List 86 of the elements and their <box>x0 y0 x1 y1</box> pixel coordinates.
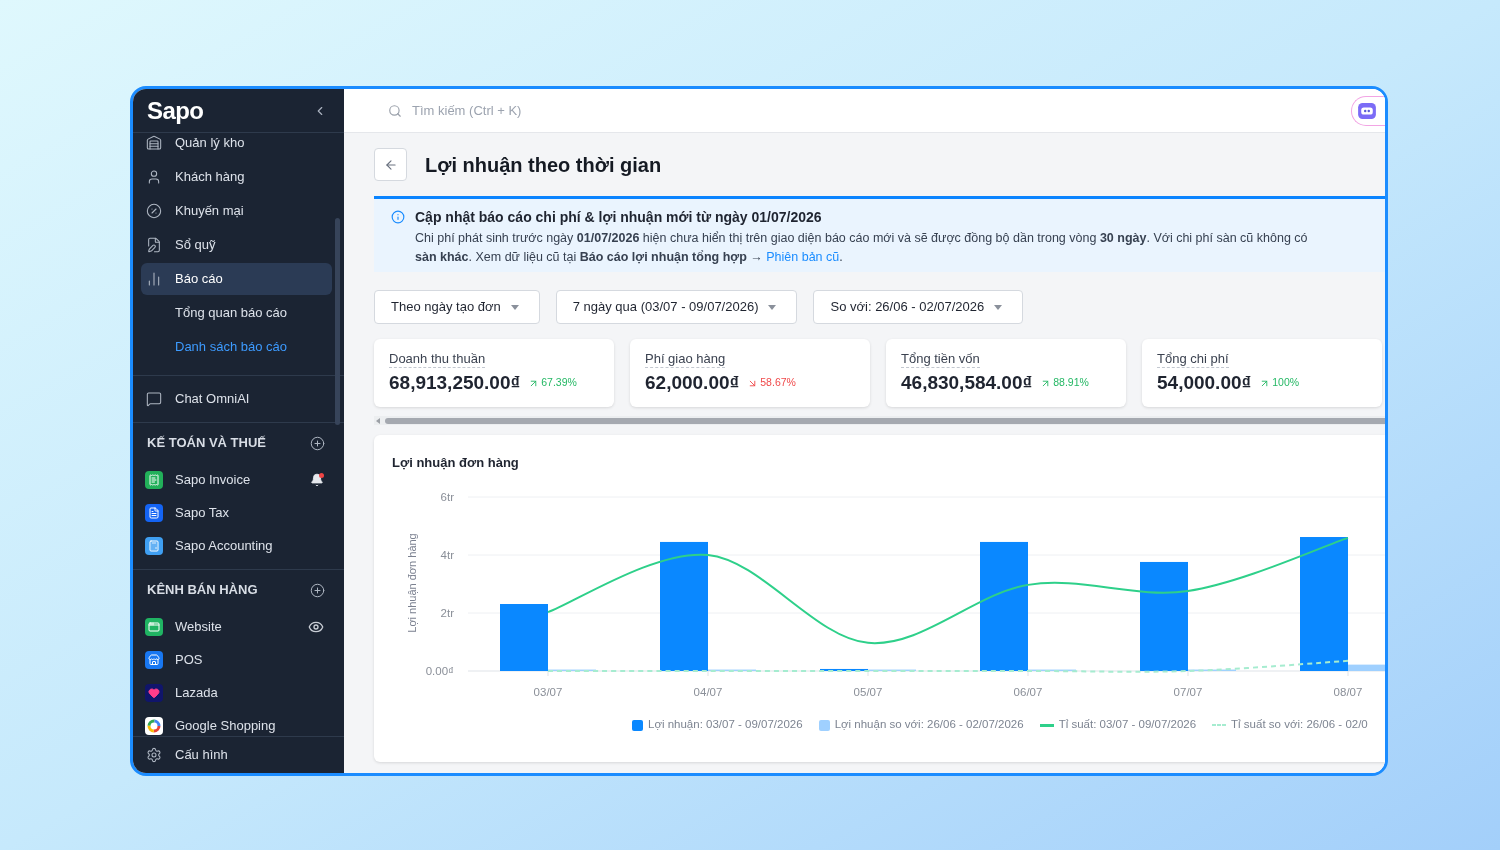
warehouse-icon <box>146 135 162 151</box>
axis-title: Lợi nhuận đơn hàng <box>406 533 418 633</box>
sidebar-item[interactable]: Sapo Tax <box>141 496 332 529</box>
profit-bar <box>500 604 548 671</box>
axis-label: 4tr <box>440 549 454 561</box>
axis-label: 04/07 <box>693 686 723 698</box>
caret-icon <box>768 304 777 310</box>
filter-dropdown[interactable]: So với: 26/06 - 02/07/2026 <box>813 290 1024 324</box>
user-icon <box>146 169 162 185</box>
legend-label: Tỉ suất so với: 26/06 - 02/0 <box>1231 717 1368 733</box>
sidebar-item[interactable]: Google Shopping <box>141 709 332 736</box>
document-pen-icon <box>146 237 162 253</box>
receipt-app-icon <box>145 470 163 489</box>
assistant-button[interactable] <box>1351 95 1385 126</box>
add-icon[interactable] <box>310 435 325 451</box>
search-field[interactable]: Tìm kiếm (Ctrl + K) <box>412 100 732 121</box>
stat-change: 58.67% <box>760 375 796 391</box>
notice-title: Cập nhật báo cáo chi phí & lợi nhuận mới từ ngày 01/07/2026 <box>415 208 823 226</box>
robot-icon <box>1358 102 1376 119</box>
comparison-profit-bar <box>1348 664 1385 671</box>
caret-icon <box>994 304 1003 310</box>
sidebar-item[interactable]: Sổ quỹ <box>141 229 332 261</box>
legend-label: Lợi nhuận: 03/07 - 09/07/2026 <box>648 717 803 733</box>
chart-title: Lợi nhuận đơn hàng <box>392 455 519 471</box>
settings-icon <box>146 747 162 763</box>
legend-label: Tỉ suất: 03/07 - 09/07/2026 <box>1058 717 1197 733</box>
filter-dropdown[interactable]: 7 ngày qua (03/07 - 09/07/2026) <box>555 290 798 324</box>
stat-label: Tổng chi phí <box>1157 351 1229 368</box>
stat-value: 46,830,584.00₫ <box>901 372 1033 394</box>
browser-app-icon <box>145 617 163 636</box>
scrollbar[interactable] <box>374 416 1385 425</box>
sidebar-item[interactable]: Website <box>141 610 332 643</box>
section-title: KÊNH BÁN HÀNG <box>147 581 258 600</box>
sidebar-item[interactable]: Sapo Invoice <box>141 463 332 496</box>
sidebar-subitem[interactable]: Tổng quan báo cáo <box>141 297 332 329</box>
search-icon <box>388 103 402 118</box>
stat-change: 100% <box>1272 375 1300 391</box>
axis-label: 08/07 <box>1333 686 1363 698</box>
info-icon <box>391 210 405 224</box>
sidebar-item[interactable]: Quản lý kho <box>141 133 332 159</box>
sidebar-item[interactable]: Khuyến mại <box>141 195 332 227</box>
bar-chart-icon <box>146 271 162 287</box>
axis-label: 0.00₫ <box>425 665 454 677</box>
axis-label: 05/07 <box>853 686 883 698</box>
legend-label: Lợi nhuận so với: 26/06 - 02/07/2026 <box>834 717 1024 733</box>
stat-label: Phí giao hàng <box>645 351 726 368</box>
section-title: KẾ TOÁN VÀ THUẾ <box>147 434 266 453</box>
filter-dropdown[interactable]: Theo ngày tạo đơn <box>374 290 540 324</box>
heart-app-icon <box>145 683 163 702</box>
store-app-icon <box>145 650 163 669</box>
stat-value: 54,000.00₫ <box>1157 372 1252 394</box>
notification-bell-icon[interactable] <box>310 472 324 487</box>
scrollbar[interactable] <box>335 218 340 425</box>
sidebar-subitem[interactable]: Danh sách báo cáo <box>141 331 332 363</box>
axis-label: 07/07 <box>1173 686 1203 698</box>
notice-text: Chi phí phát sinh trước ngày 01/07/2026 hiện chưa hiển thị trên giao diện báo cáo mới và sẽ được đồng bộ dần trong vòng 30 ngày. Với chi phí sàn cũ không có sàn khác. Xem dữ liệu cũ tại Báo cáo lợi nhuận tổng hợp → Phiên bản cũ. <box>415 230 1308 266</box>
legend-swatch-icon[interactable] <box>632 719 643 731</box>
percent-icon <box>146 203 162 219</box>
stat-value: 68,913,250.00₫ <box>389 372 521 394</box>
back-button[interactable] <box>374 148 407 181</box>
document-app-icon <box>145 503 163 522</box>
caret-icon <box>510 304 519 310</box>
logo: Sapo <box>147 98 204 123</box>
profit-bar <box>820 668 868 671</box>
axis-label: 2tr <box>440 607 454 619</box>
stat-change: 88.91% <box>1053 375 1089 391</box>
legend-swatch-icon[interactable] <box>818 719 830 731</box>
calculator-app-icon <box>145 536 163 555</box>
sidebar-item[interactable]: Sapo Accounting <box>141 529 332 562</box>
axis-label: 06/07 <box>1013 686 1043 698</box>
axis-label: 03/07 <box>533 686 563 698</box>
page-title: Lợi nhuận theo thời gian <box>425 152 662 178</box>
sidebar-item[interactable]: Chat OmniAI <box>141 383 332 415</box>
axis-label: 6tr <box>440 491 454 503</box>
stat-label: Doanh thu thuần <box>389 351 486 368</box>
stat-label: Tổng tiền vốn <box>901 351 980 368</box>
stat-change: 67.39% <box>541 375 577 391</box>
sidebar-item[interactable]: POS <box>141 643 332 676</box>
sidebar-item[interactable]: Khách hàng <box>141 161 332 193</box>
add-icon[interactable] <box>310 582 325 598</box>
stat-value: 62,000.00₫ <box>645 372 740 394</box>
sidebar-item[interactable]: Cấu hình <box>141 740 332 770</box>
sidebar-item[interactable]: Lazada <box>141 676 332 709</box>
sidebar-item[interactable]: Báo cáo <box>141 263 332 295</box>
chat-bubble-icon <box>146 391 162 407</box>
ring-app-icon <box>145 716 163 735</box>
